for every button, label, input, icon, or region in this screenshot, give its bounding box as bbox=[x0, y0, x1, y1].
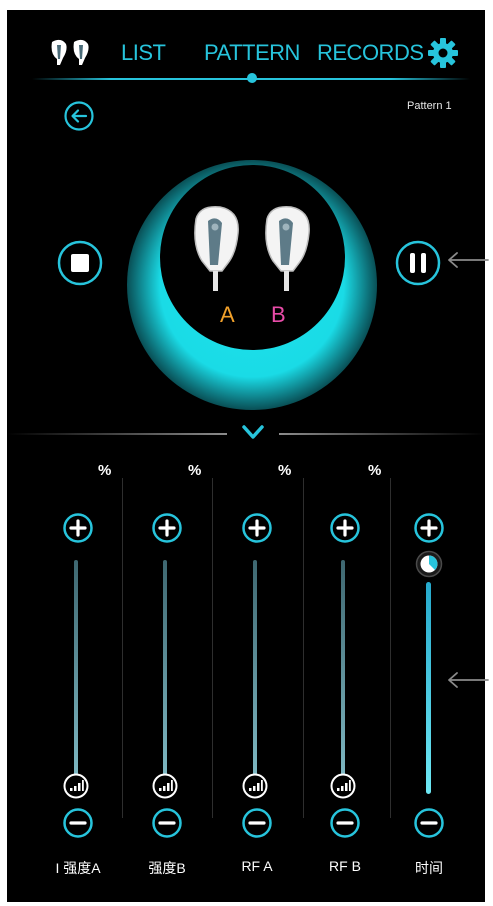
increase-time-button[interactable] bbox=[413, 512, 445, 544]
slider-label-time: 时间 bbox=[415, 860, 443, 876]
stop-button[interactable] bbox=[57, 240, 103, 286]
device-b-image bbox=[265, 206, 310, 291]
intensity-a-slider-track[interactable] bbox=[74, 560, 78, 780]
increase-rf-a-button[interactable] bbox=[241, 512, 273, 544]
slider-unit-rf-a: % bbox=[278, 462, 292, 479]
slider-label-intensity-a: I 强度A bbox=[55, 860, 101, 876]
annotation-arrow-icon bbox=[448, 672, 489, 688]
slider-label-rf-b: RF B bbox=[329, 858, 361, 874]
slider-unit-intensity-a: % bbox=[98, 462, 112, 479]
signal-level-icon[interactable] bbox=[152, 773, 178, 799]
signal-level-icon[interactable] bbox=[242, 773, 268, 799]
annotation-arrow-icon bbox=[448, 252, 489, 268]
device-b-label: B bbox=[271, 302, 286, 327]
pause-button[interactable] bbox=[395, 240, 441, 286]
decrease-time-button[interactable] bbox=[413, 807, 445, 839]
slider-label-rf-a: RF A bbox=[241, 858, 273, 874]
rf-a-slider-track[interactable] bbox=[253, 560, 257, 780]
increase-rf-b-button[interactable] bbox=[329, 512, 361, 544]
device-a-label: A bbox=[220, 302, 235, 327]
signal-level-icon[interactable] bbox=[330, 773, 356, 799]
device-a-image bbox=[194, 206, 239, 291]
decrease-intensity-b-button[interactable] bbox=[151, 807, 183, 839]
section-divider-right bbox=[279, 433, 485, 435]
increase-intensity-a-button[interactable] bbox=[62, 512, 94, 544]
slider-unit-rf-b: % bbox=[368, 462, 382, 479]
tab-list[interactable]: LIST bbox=[121, 38, 166, 68]
decrease-rf-a-button[interactable] bbox=[241, 807, 273, 839]
time-slider-track[interactable] bbox=[426, 582, 431, 794]
intensity-b-slider-track[interactable] bbox=[163, 560, 167, 780]
slider-label-intensity-b: 强度B bbox=[148, 860, 186, 876]
column-separator bbox=[122, 478, 123, 818]
section-divider-left bbox=[7, 433, 227, 435]
slider-unit-intensity-b: % bbox=[188, 462, 202, 479]
pattern-name: Pattern 1 bbox=[407, 100, 452, 112]
rf-b-slider-track[interactable] bbox=[341, 560, 345, 780]
column-separator bbox=[390, 478, 391, 818]
earbud-devices-icon[interactable] bbox=[47, 38, 95, 68]
app-screen: LIST PATTERN RECORDS Pattern 1 A B % % %… bbox=[7, 10, 485, 902]
active-tab-indicator bbox=[247, 73, 257, 83]
clock-icon[interactable] bbox=[415, 550, 443, 578]
column-separator bbox=[303, 478, 304, 818]
back-button[interactable] bbox=[63, 100, 95, 132]
tab-pattern[interactable]: PATTERN bbox=[204, 38, 300, 68]
tab-records[interactable]: RECORDS bbox=[317, 38, 424, 68]
gear-icon[interactable] bbox=[427, 37, 459, 69]
decrease-intensity-a-button[interactable] bbox=[62, 807, 94, 839]
column-separator bbox=[212, 478, 213, 818]
increase-intensity-b-button[interactable] bbox=[151, 512, 183, 544]
decrease-rf-b-button[interactable] bbox=[329, 807, 361, 839]
signal-level-icon[interactable] bbox=[63, 773, 89, 799]
chevron-down-icon[interactable] bbox=[241, 422, 265, 442]
